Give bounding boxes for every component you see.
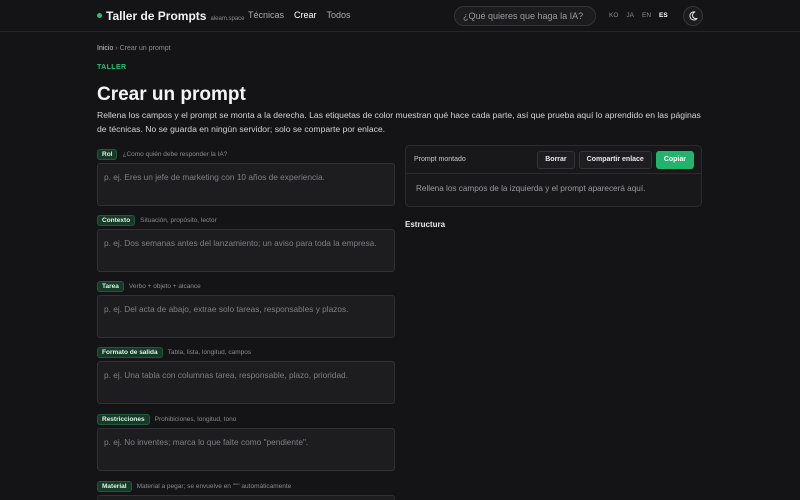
panel-header: Prompt montado Borrar Compartir enlace C… [406, 146, 701, 174]
field-tag: Rol [97, 148, 118, 160]
language-switcher: KO JA EN ES [609, 12, 668, 19]
assembled-prompt-panel: Prompt montado Borrar Compartir enlace C… [405, 145, 702, 207]
nav-crear[interactable]: Crear [294, 10, 317, 20]
lang-ja[interactable]: JA [626, 12, 634, 19]
rol-input[interactable] [97, 163, 395, 206]
main-nav: Técnicas Crear Todos [248, 10, 351, 20]
field-contexto: Contexto Situación, propósito, lector [97, 214, 395, 272]
material-input[interactable] [97, 495, 395, 500]
field-hint: Prohibiciones, longitud, tono [154, 415, 237, 423]
field-tag: Formato de salida [97, 346, 163, 358]
breadcrumb-home[interactable]: Inicio [97, 45, 113, 52]
field-formato: Formato de salida Tabla, lista, longitud… [97, 346, 395, 404]
field-hint: Tabla, lista, longitud, campos [167, 348, 252, 356]
field-tag: Contexto [97, 214, 136, 226]
brand-title: Taller de Prompts [106, 9, 207, 23]
breadcrumb-current: Crear un prompt [119, 45, 171, 52]
formato-input[interactable] [97, 361, 395, 404]
restricciones-input[interactable] [97, 428, 395, 471]
share-link-button[interactable]: Compartir enlace [578, 150, 652, 169]
lang-es[interactable]: ES [659, 12, 668, 19]
breadcrumb: Inicio › Crear un prompt [97, 45, 171, 52]
structure-heading: Estructura [405, 220, 446, 229]
field-hint: ¿Como quién debe responder la IA? [122, 150, 228, 158]
field-tag: Tarea [97, 280, 124, 292]
page-intro: Rellena los campos y el prompt se monta … [97, 110, 701, 134]
breadcrumb-separator: › [115, 45, 118, 52]
contexto-input[interactable] [97, 229, 395, 272]
brand-dot-icon [97, 13, 102, 18]
field-hint: Situación, propósito, lector [140, 216, 217, 224]
field-hint: Verbo + objeto + alcance [128, 282, 201, 290]
nav-todos[interactable]: Todos [327, 10, 351, 20]
lang-ko[interactable]: KO [609, 12, 618, 19]
field-rol: Rol ¿Como quién debe responder la IA? [97, 148, 395, 206]
field-tag: Material [97, 480, 132, 492]
field-tag: Restricciones [97, 413, 150, 425]
section-eyebrow: TALLER [97, 64, 127, 71]
theme-toggle-button[interactable] [683, 6, 703, 26]
field-hint: Material a pegar; se envuelve en """ aut… [136, 482, 292, 490]
brand-domain: aleam.space [210, 16, 245, 22]
lang-en[interactable]: EN [642, 12, 651, 19]
page-title: Crear un prompt [97, 84, 246, 105]
copy-button[interactable]: Copiar [655, 150, 694, 169]
field-tarea: Tarea Verbo + objeto + alcance [97, 280, 395, 338]
prompt-output: Rellena los campos de la izquierda y el … [416, 184, 646, 193]
field-material: Material Material a pegar; se envuelve e… [97, 480, 395, 500]
moon-icon [689, 11, 698, 21]
brand[interactable]: Taller de Prompts aleam.space [97, 9, 245, 23]
nav-tecnicas[interactable]: Técnicas [248, 10, 284, 20]
panel-title: Prompt montado [414, 156, 466, 163]
clear-button[interactable]: Borrar [537, 150, 575, 169]
field-restricciones: Restricciones Prohibiciones, longitud, t… [97, 413, 395, 471]
top-bar: Taller de Prompts aleam.space Técnicas C… [0, 0, 800, 32]
search-input[interactable] [454, 6, 596, 26]
tarea-input[interactable] [97, 295, 395, 338]
